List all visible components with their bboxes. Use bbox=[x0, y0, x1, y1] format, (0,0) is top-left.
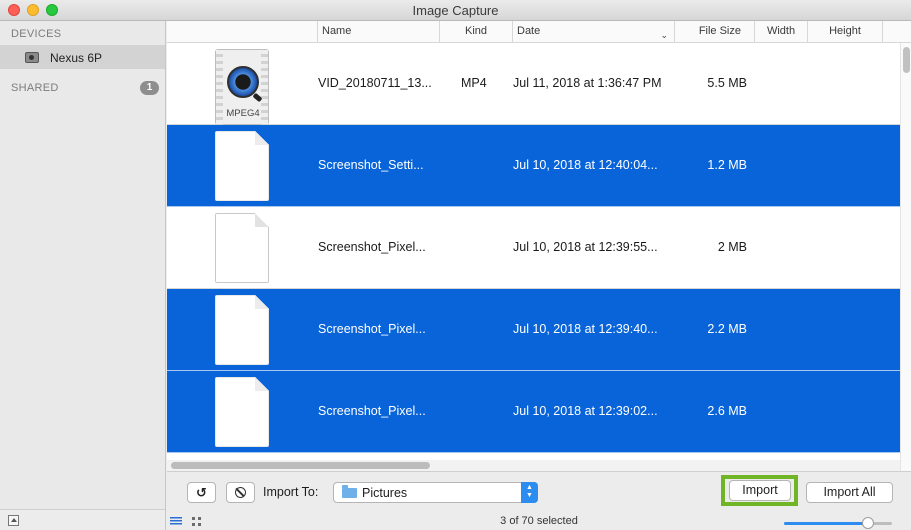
column-kind[interactable]: Kind bbox=[439, 21, 512, 42]
thumbnail-size-slider[interactable] bbox=[784, 517, 892, 529]
file-date: Jul 10, 2018 at 12:39:55... bbox=[513, 240, 658, 254]
no-entry-icon bbox=[235, 487, 246, 498]
column-file-size[interactable]: File Size bbox=[674, 21, 754, 42]
horizontal-scrollbar[interactable] bbox=[167, 460, 900, 471]
slider-knob[interactable] bbox=[862, 517, 875, 529]
table-row[interactable]: Screenshot_Setti... Jul 10, 2018 at 12:40… bbox=[167, 125, 900, 207]
delete-button[interactable] bbox=[226, 482, 255, 503]
window-title: Image Capture bbox=[412, 3, 499, 18]
thumbnail-label: MPEG4 bbox=[226, 108, 260, 119]
document-file-icon bbox=[215, 295, 269, 365]
file-browser: Name Kind Date ⌄ File Size Width Height … bbox=[167, 21, 911, 530]
rotate-left-button[interactable]: ↺ bbox=[187, 482, 216, 503]
file-size: 2.6 MB bbox=[707, 404, 747, 418]
file-list: MPEG4 VID_20180711_13... MP4 Jul 11, 2018 a… bbox=[167, 43, 900, 471]
table-row[interactable]: MPEG4 VID_20180711_13... MP4 Jul 11, 2018 a… bbox=[167, 43, 900, 126]
sidebar: DEVICES Nexus 6P SHARED 1 bbox=[0, 21, 166, 530]
slider-fill bbox=[784, 522, 869, 525]
sidebar-item-nexus-6p[interactable]: Nexus 6P bbox=[0, 45, 165, 69]
horizontal-scroll-thumb[interactable] bbox=[171, 462, 430, 469]
page-shape bbox=[215, 295, 269, 365]
camera-device-icon bbox=[25, 52, 39, 63]
import-to-label: Import To: bbox=[263, 485, 319, 499]
document-file-icon bbox=[215, 377, 269, 447]
file-name: Screenshot_Setti... bbox=[318, 158, 424, 172]
folder-icon bbox=[342, 485, 357, 498]
import-destination-select[interactable]: Pictures ▲ ▼ bbox=[333, 482, 538, 503]
import-destination-value: Pictures bbox=[362, 486, 408, 500]
file-date: Jul 11, 2018 at 1:36:47 PM bbox=[513, 76, 662, 90]
file-name: Screenshot_Pixel... bbox=[318, 322, 426, 336]
table-row[interactable]: Screenshot_Pixel... Jul 10, 2018 at 12:39… bbox=[167, 207, 900, 289]
selection-status: 3 of 70 selected bbox=[500, 515, 578, 527]
file-kind: MP4 bbox=[461, 76, 487, 90]
sidebar-footer bbox=[0, 509, 165, 530]
file-date: Jul 10, 2018 at 12:39:40... bbox=[513, 322, 658, 336]
column-date[interactable]: Date ⌄ bbox=[512, 21, 674, 42]
file-name: VID_20180711_13... bbox=[318, 76, 432, 90]
column-date-label: Date bbox=[517, 25, 541, 37]
column-height[interactable]: Height bbox=[807, 21, 883, 42]
column-name[interactable]: Name bbox=[317, 21, 439, 42]
table-row[interactable]: Screenshot_Pixel... Jul 10, 2018 at 12:39… bbox=[167, 371, 900, 453]
shared-count-badge: 1 bbox=[140, 81, 159, 95]
document-file-icon bbox=[215, 131, 269, 201]
mpeg4-file-icon: MPEG4 bbox=[215, 49, 269, 126]
file-name: Screenshot_Pixel... bbox=[318, 240, 426, 254]
select-arrows-icon: ▲ ▼ bbox=[521, 482, 538, 503]
import-all-button[interactable]: Import All bbox=[806, 482, 893, 503]
devices-heading: DEVICES bbox=[11, 28, 62, 40]
column-width[interactable]: Width bbox=[754, 21, 807, 42]
quicktime-icon bbox=[227, 66, 259, 98]
file-date: Jul 10, 2018 at 12:40:04... bbox=[513, 158, 658, 172]
bottom-toolbar: ↺ Import To: Pictures ▲ ▼ Import Import A… bbox=[167, 471, 911, 530]
file-size: 1.2 MB bbox=[707, 158, 747, 172]
device-name: Nexus 6P bbox=[50, 51, 103, 65]
file-size: 2.2 MB bbox=[707, 322, 747, 336]
film-frame: MPEG4 bbox=[215, 49, 269, 126]
import-button[interactable]: Import bbox=[729, 480, 791, 501]
file-size: 2 MB bbox=[717, 240, 747, 254]
file-size: 5.5 MB bbox=[707, 76, 747, 90]
title-bar: Image Capture bbox=[0, 0, 911, 21]
import-highlight: Import bbox=[721, 475, 798, 506]
shared-heading[interactable]: SHARED bbox=[11, 82, 59, 94]
file-name: Screenshot_Pixel... bbox=[318, 404, 426, 418]
vertical-scrollbar[interactable] bbox=[900, 43, 911, 471]
page-shape bbox=[215, 213, 269, 283]
page-shape bbox=[215, 131, 269, 201]
file-date: Jul 10, 2018 at 12:39:02... bbox=[513, 404, 658, 418]
table-row[interactable]: Screenshot_Pixel... Jul 10, 2018 at 12:39… bbox=[167, 289, 900, 371]
column-header: Name Kind Date ⌄ File Size Width Height bbox=[167, 21, 911, 43]
device-info-icon[interactable] bbox=[8, 515, 19, 526]
document-file-icon bbox=[215, 213, 269, 283]
page-shape bbox=[215, 377, 269, 447]
vertical-scroll-thumb[interactable] bbox=[903, 47, 910, 73]
